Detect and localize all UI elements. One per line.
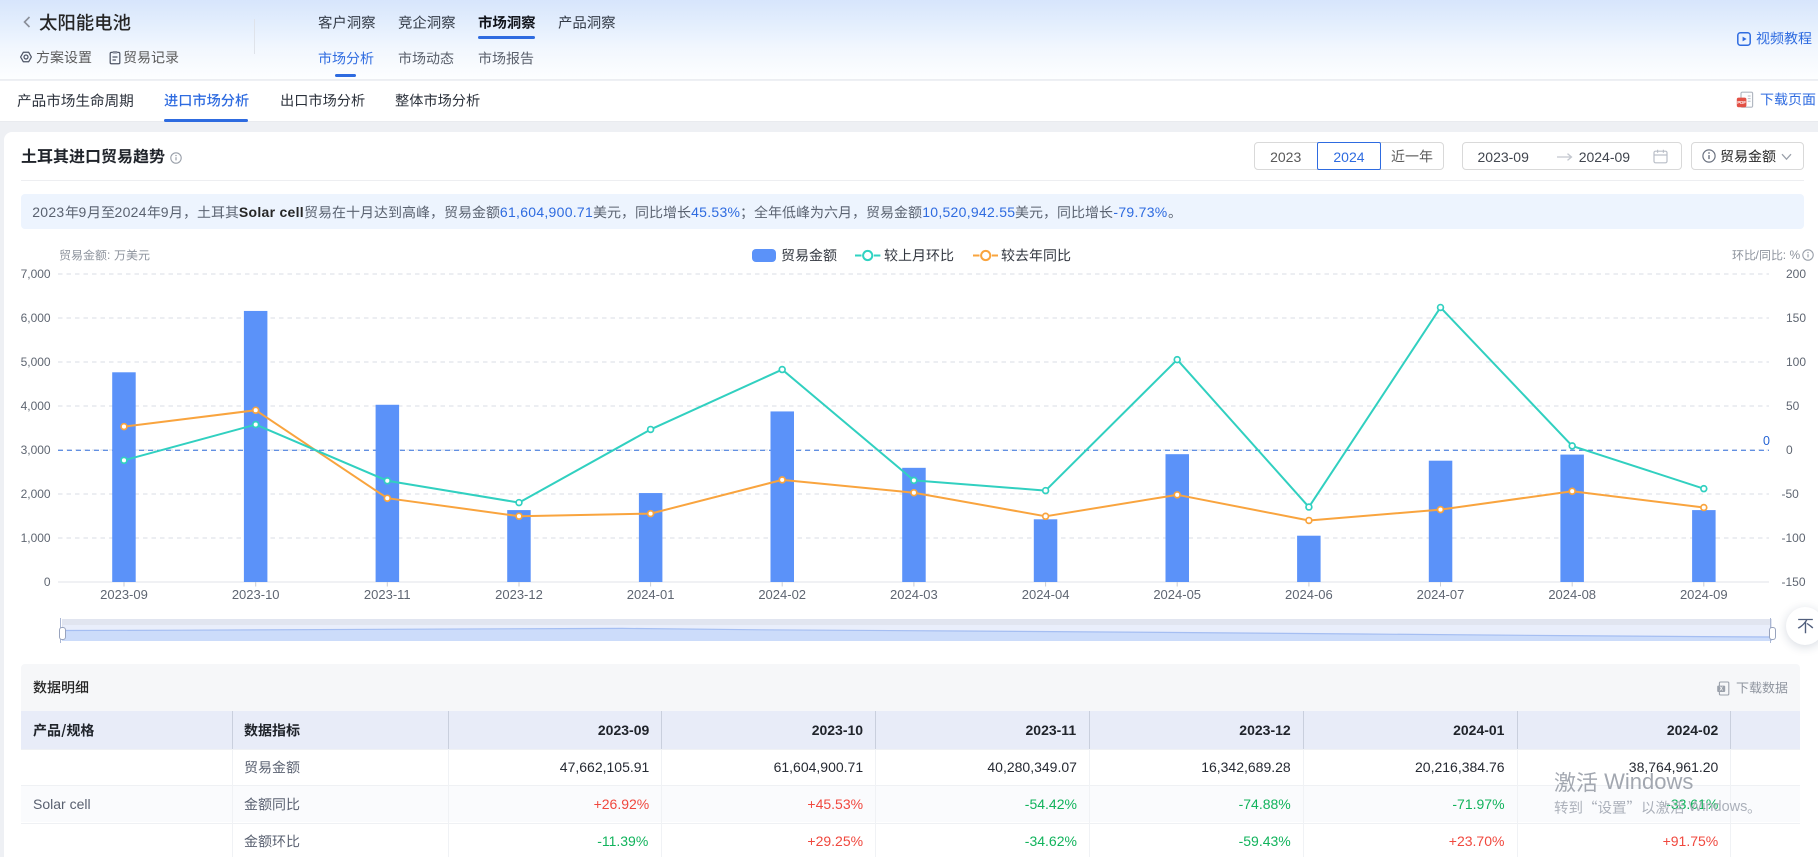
svg-text:2,000: 2,000: [21, 487, 51, 501]
svg-text:2023-09: 2023-09: [100, 587, 148, 602]
svg-text:5,000: 5,000: [21, 355, 51, 369]
svg-text:0: 0: [44, 575, 51, 589]
svg-text:2024-02: 2024-02: [758, 587, 806, 602]
svg-text:3,000: 3,000: [21, 443, 51, 457]
svg-text:-150: -150: [1782, 575, 1806, 589]
svg-text:50: 50: [1786, 399, 1800, 413]
svg-text:2024-01: 2024-01: [627, 587, 675, 602]
svg-text:2024-05: 2024-05: [1153, 587, 1201, 602]
svg-text:2024-04: 2024-04: [1022, 587, 1070, 602]
svg-text:2024-06: 2024-06: [1285, 587, 1333, 602]
svg-text:-50: -50: [1782, 487, 1800, 501]
svg-text:150: 150: [1786, 311, 1806, 325]
svg-text:-100: -100: [1782, 531, 1806, 545]
svg-text:4,000: 4,000: [21, 399, 51, 413]
svg-text:200: 200: [1786, 267, 1806, 281]
svg-text:7,000: 7,000: [21, 267, 51, 281]
svg-text:100: 100: [1786, 355, 1806, 369]
svg-text:X: X: [1719, 686, 1723, 692]
svg-text:0: 0: [1786, 443, 1793, 457]
svg-text:2023-10: 2023-10: [232, 587, 280, 602]
svg-text:6,000: 6,000: [21, 311, 51, 325]
svg-text:2023-11: 2023-11: [364, 587, 411, 602]
svg-text:2024-03: 2024-03: [890, 587, 938, 602]
svg-text:2023-12: 2023-12: [495, 587, 543, 602]
svg-text:2024-07: 2024-07: [1417, 587, 1465, 602]
svg-text:1,000: 1,000: [21, 531, 51, 545]
svg-text:2024-08: 2024-08: [1548, 587, 1596, 602]
svg-text:2024-09: 2024-09: [1680, 587, 1728, 602]
svg-text:0: 0: [1763, 434, 1770, 448]
